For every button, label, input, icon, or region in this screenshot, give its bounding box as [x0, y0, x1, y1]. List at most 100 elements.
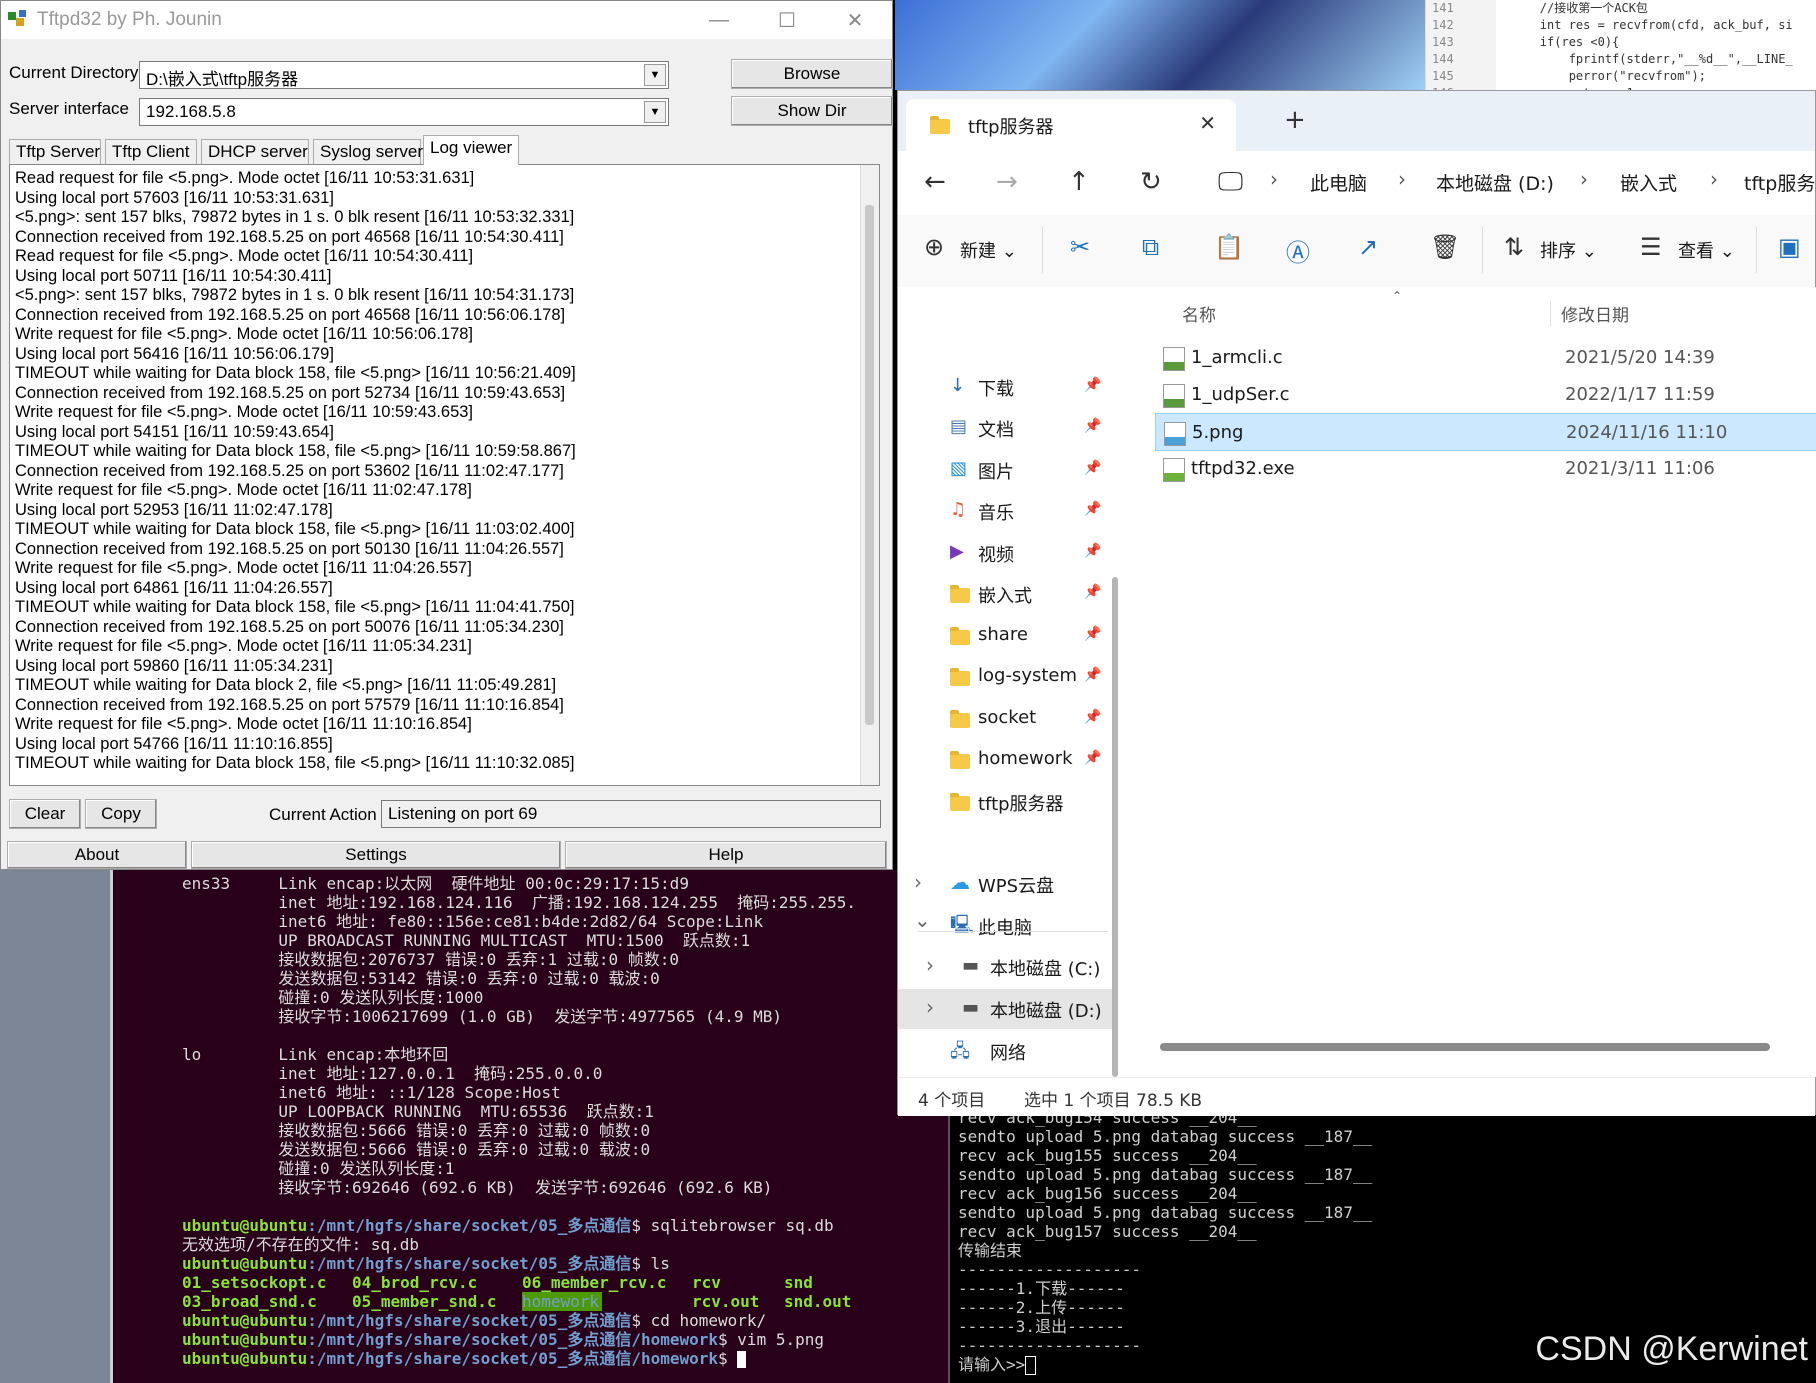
tftpd-app-icon	[8, 10, 26, 26]
tab-syslog-server[interactable]: Syslog server	[313, 139, 423, 165]
column-header-modified[interactable]: 修改日期	[1550, 301, 1629, 326]
sidebar-item-tftp-server[interactable]: tftp服务器	[898, 782, 1118, 822]
explorer-tab[interactable]: tftp服务器 ✕	[906, 99, 1236, 151]
log-entry: Read request for file <5.png>. Mode octe…	[15, 169, 475, 187]
horizontal-scrollbar[interactable]	[1160, 1043, 1770, 1051]
minimize-button[interactable]: —	[691, 1, 747, 39]
close-icon[interactable]: ✕	[1199, 111, 1216, 135]
file-row[interactable]: 1_udpSer.c 2022/1/17 11:59	[1155, 376, 1816, 414]
prompt-path: :/mnt/hgfs/share/socket/05_多点通信/homework	[307, 1330, 719, 1349]
settings-button[interactable]: Settings	[191, 841, 561, 869]
ls-entry: 06_member_rcv.c	[522, 1273, 667, 1292]
chevron-right-icon[interactable]: ›	[926, 995, 934, 1019]
pin-icon: 📌	[1084, 626, 1102, 642]
delete-icon[interactable]: 🗑	[1430, 233, 1460, 261]
music-icon: ♫	[950, 499, 967, 520]
sidebar-item-music[interactable]: ♫ 音乐 📌	[898, 491, 1118, 531]
code-line: 143 if(res <0){	[1432, 34, 1793, 51]
browse-button[interactable]: Browse	[731, 59, 893, 89]
show-dir-button[interactable]: Show Dir	[731, 96, 893, 126]
file-name: 5.png	[1192, 422, 1244, 443]
file-row[interactable]: 5.png 2024/11/16 11:10	[1155, 413, 1816, 451]
help-button[interactable]: Help	[565, 841, 887, 869]
sidebar-item-drive-c[interactable]: ▬ 本地磁盘 (C:) ›	[898, 947, 1118, 987]
new-tab-icon[interactable]: +	[1284, 105, 1306, 135]
sidebar-item-downloads[interactable]: ↓ 下载 📌	[898, 367, 1118, 407]
tab-log-viewer[interactable]: Log viewer	[423, 135, 519, 165]
cut-icon[interactable]: ✂	[1070, 233, 1090, 261]
sort-button[interactable]: 排序 ⌄	[1540, 237, 1597, 263]
title-bar[interactable]: Tftpd32 by Ph. Jounin — ☐ ✕	[1, 1, 892, 39]
log-entry: Write request for file <5.png>. Mode oct…	[15, 559, 472, 577]
chevron-down-icon[interactable]: ▼	[644, 64, 666, 86]
breadcrumb-drive-d[interactable]: 本地磁盘 (D:)	[1436, 169, 1554, 196]
tab-dhcp-server[interactable]: DHCP server	[201, 139, 309, 165]
log-scrollbar[interactable]	[860, 165, 879, 785]
exe-file-icon	[1163, 458, 1185, 482]
details-pane-icon[interactable]: ▣	[1778, 233, 1801, 261]
maximize-button[interactable]: ☐	[759, 1, 815, 39]
ls-entry: rcv.out	[692, 1292, 760, 1311]
up-icon[interactable]: ↑	[1068, 167, 1090, 197]
sidebar-item-wps-cloud[interactable]: ☁ WPS云盘 ›	[898, 864, 1118, 904]
rename-icon[interactable]: Ⓐ	[1286, 233, 1310, 268]
drive-icon: ▬	[962, 997, 980, 1018]
paste-icon[interactable]: 📋	[1214, 233, 1244, 261]
desktop-strip	[0, 870, 113, 1383]
column-header-name[interactable]: 名称	[1182, 301, 1216, 326]
terminal-line: 无效选项/不存在的文件: sq.db	[182, 1235, 420, 1254]
input-prompt: 请输入>>	[958, 1355, 1026, 1374]
breadcrumb-tftp-server[interactable]: tftp服务器	[1744, 169, 1816, 196]
about-button[interactable]: About	[7, 841, 187, 869]
current-directory-combo[interactable]: D:\嵌入式\tftp服务器 ▼	[139, 61, 669, 89]
clear-button[interactable]: Clear	[9, 799, 81, 829]
ls-row: 01_setsockopt.c 04_brod_rcv.c 06_member_rc…	[182, 1273, 874, 1292]
chevron-right-icon[interactable]: ›	[914, 870, 922, 894]
chevron-right-icon[interactable]: ›	[926, 953, 934, 977]
server-interface-combo[interactable]: 192.168.5.8 ▼	[139, 98, 669, 126]
new-button[interactable]: 新建 ⌄	[960, 237, 1017, 263]
sidebar-item-homework[interactable]: homework 📌	[898, 740, 1118, 780]
file-row[interactable]: tftpd32.exe 2021/3/11 11:06	[1155, 450, 1816, 488]
refresh-icon[interactable]: ↻	[1140, 167, 1162, 197]
prompt-command: $	[718, 1349, 738, 1368]
sidebar-item-socket[interactable]: socket 📌	[898, 699, 1118, 739]
computer-icon[interactable]: 🖵	[1218, 167, 1243, 198]
chevron-down-icon[interactable]: ▼	[644, 101, 666, 123]
tab-tftp-server[interactable]: Tftp Server	[9, 139, 101, 165]
breadcrumb-embedded[interactable]: 嵌入式	[1620, 169, 1677, 196]
sidebar-item-documents[interactable]: ▤ 文档 📌	[898, 408, 1118, 448]
folder-icon	[930, 116, 950, 134]
close-button[interactable]: ✕	[827, 1, 883, 39]
forward-icon[interactable]: →	[996, 167, 1018, 197]
copy-button[interactable]: Copy	[85, 799, 157, 829]
pin-icon: 📌	[1084, 750, 1102, 766]
terminal-input-line: 请输入>>	[958, 1355, 1372, 1375]
back-icon[interactable]: ←	[924, 167, 946, 197]
sidebar-item-log-system[interactable]: log-system 📌	[898, 657, 1118, 697]
sidebar-item-embedded[interactable]: 嵌入式 📌	[898, 574, 1118, 614]
pictures-icon: ▧	[950, 458, 968, 479]
sidebar-item-label: 嵌入式	[978, 586, 1032, 607]
share-icon[interactable]: ↗	[1358, 233, 1378, 261]
sidebar-item-videos[interactable]: ▶ 视频 📌	[898, 533, 1118, 573]
tftpd32-window: Tftpd32 by Ph. Jounin — ☐ ✕ Current Dire…	[0, 0, 893, 870]
sidebar-item-network[interactable]: 🖧 网络	[898, 1031, 1118, 1071]
chevron-down-icon[interactable]: ⌄	[914, 908, 931, 932]
terminal-line: recv ack_bug156 success __204__	[958, 1184, 1257, 1203]
terminal-line: 碰撞:0 发送队列长度:1000	[182, 988, 484, 1007]
file-row[interactable]: 1_armcli.c 2021/5/20 14:39	[1155, 339, 1816, 377]
breadcrumb-this-pc[interactable]: 此电脑	[1310, 169, 1367, 196]
current-action-label: Current Action	[269, 805, 377, 824]
sidebar-item-pictures[interactable]: ▧ 图片 📌	[898, 450, 1118, 490]
sidebar-item-drive-d[interactable]: ▬ 本地磁盘 (D:) ›	[898, 989, 1118, 1029]
log-entry: Using local port 64861 [16/11 11:04:26.5…	[15, 578, 333, 597]
sidebar-item-this-pc[interactable]: 🖳 此电脑 ⌄	[898, 906, 1118, 946]
sidebar-item-share[interactable]: share 📌	[898, 616, 1118, 656]
log-viewer[interactable]: Read request for file <5.png>. Mode octe…	[9, 164, 880, 786]
tab-tftp-client[interactable]: Tftp Client	[105, 139, 197, 165]
view-button[interactable]: 查看 ⌄	[1678, 237, 1735, 263]
sidebar-scrollbar[interactable]	[1112, 577, 1118, 1077]
folder-icon	[950, 585, 970, 603]
copy-icon[interactable]: ⧉	[1142, 233, 1159, 261]
